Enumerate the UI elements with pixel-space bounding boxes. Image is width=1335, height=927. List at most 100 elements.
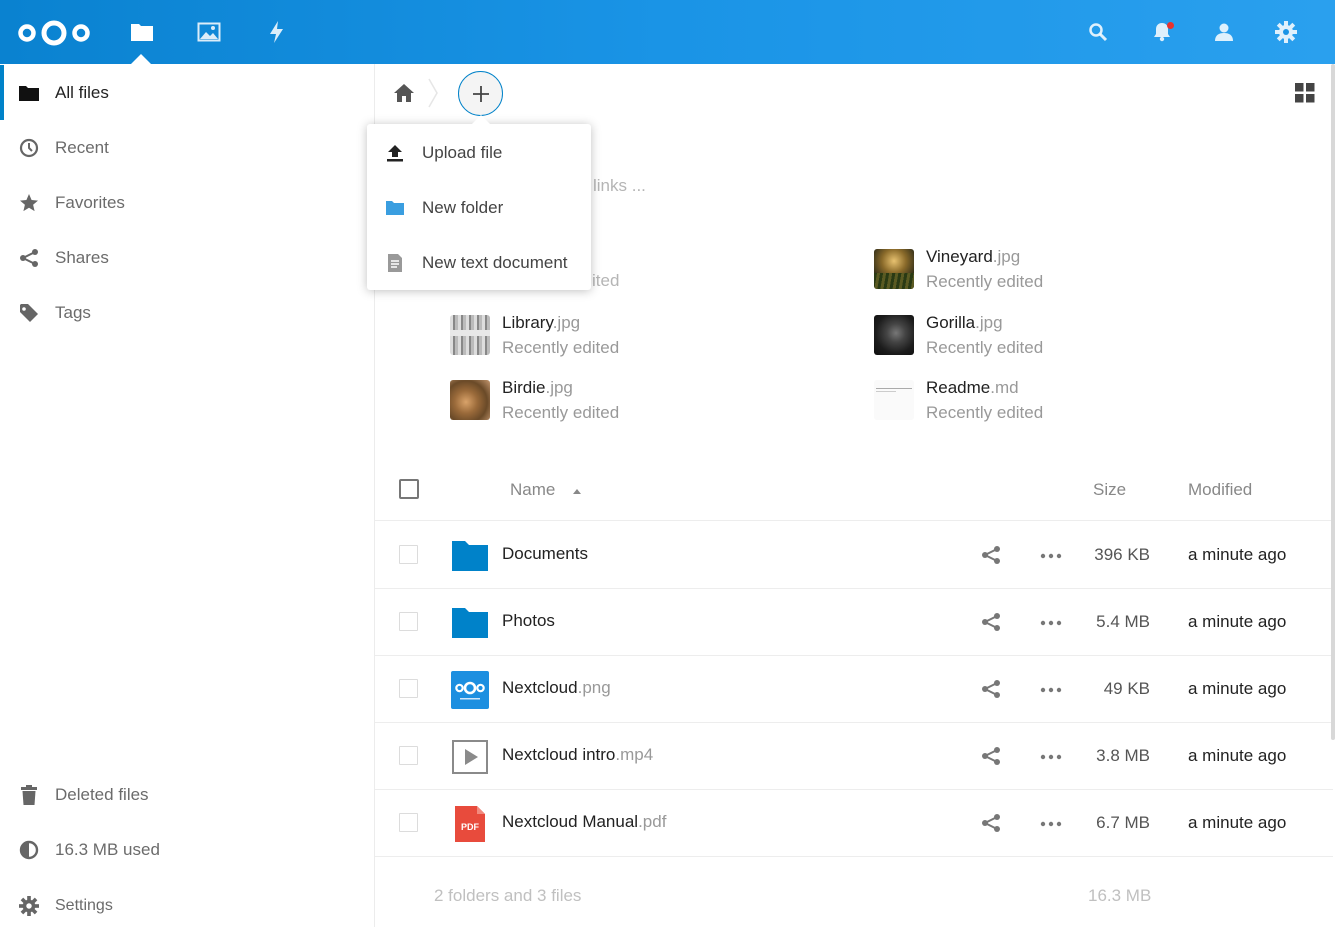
column-modified-header[interactable]: Modified [1188, 480, 1252, 500]
more-options-icon[interactable] [1040, 754, 1062, 760]
sidebar-item-label: Shares [55, 247, 109, 267]
search-button[interactable] [1086, 20, 1110, 44]
file-name: Library [502, 313, 553, 332]
sidebar-item-label: Deleted files [55, 784, 149, 804]
menu-item-label: Upload file [422, 142, 503, 162]
file-name: Vineyard [926, 247, 993, 266]
column-name-header[interactable]: Name [510, 480, 582, 500]
recent-item-gorilla[interactable]: Gorilla.jpg Recently edited [874, 310, 1043, 360]
menu-caret [471, 115, 491, 125]
file-ext: .jpg [975, 313, 1003, 332]
file-name: Photos [502, 611, 555, 630]
contacts-icon [1215, 23, 1233, 41]
menu-item-upload-file[interactable]: Upload file [367, 125, 591, 180]
select-all-checkbox[interactable] [399, 479, 419, 499]
thumbnail [874, 249, 914, 289]
row-checkbox[interactable] [399, 612, 418, 631]
sort-ascending-icon [573, 488, 582, 494]
folder-icon [452, 541, 488, 571]
hidden-links-text: links ... [593, 176, 646, 195]
menu-item-new-folder[interactable]: New folder [367, 180, 591, 235]
app-files[interactable] [128, 18, 156, 46]
lightning-icon [270, 21, 283, 43]
table-row[interactable]: Photos 5.4 MB a minute ago [375, 589, 1333, 656]
sidebar: All files Recent Favorites Shares Tags D… [0, 64, 375, 927]
notifications-button[interactable] [1150, 20, 1174, 44]
total-size: 16.3 MB [1088, 886, 1152, 905]
recent-item-birdie[interactable]: Birdie.jpg Recently edited [450, 375, 619, 425]
file-size: 3.8 MB [1096, 746, 1150, 765]
row-checkbox[interactable] [399, 545, 418, 564]
plus-icon [472, 85, 489, 102]
sidebar-item-all-files[interactable]: All files [0, 65, 374, 120]
share-icon [18, 247, 40, 269]
sidebar-item-label: All files [55, 82, 109, 102]
file-name: Gorilla [926, 313, 976, 332]
file-name: Nextcloud [502, 678, 578, 697]
more-options-icon[interactable] [1040, 821, 1062, 827]
contacts-button[interactable] [1212, 20, 1236, 44]
row-checkbox[interactable] [399, 813, 418, 832]
sidebar-item-shares[interactable]: Shares [0, 230, 374, 285]
sidebar-item-label: Settings [55, 896, 113, 914]
upload-icon [385, 143, 405, 163]
sidebar-item-recent[interactable]: Recent [0, 120, 374, 175]
recent-status: Recently edited [502, 403, 620, 422]
file-ext: .jpg [992, 247, 1021, 266]
grid-view-toggle-icon[interactable] [1295, 83, 1315, 103]
file-size: 6.7 MB [1096, 813, 1150, 832]
nextcloud-logo[interactable] [14, 18, 94, 48]
nextcloud-image-thumbnail [451, 671, 489, 709]
sidebar-item-tags[interactable]: Tags [0, 285, 374, 340]
table-row[interactable]: Nextcloud intro.mp4 3.8 MB a minute ago [375, 723, 1333, 790]
thumbnail [874, 380, 914, 420]
app-gallery[interactable] [195, 18, 223, 46]
file-ext: .pdf [638, 812, 667, 831]
column-size-header[interactable]: Size [1093, 480, 1126, 500]
share-icon[interactable] [981, 813, 1001, 833]
recent-item-vineyard[interactable]: Vineyard.jpg Recently edited [874, 244, 1043, 294]
notification-dot [1167, 22, 1174, 29]
share-icon[interactable] [981, 679, 1001, 699]
file-summary: 2 folders and 3 files [434, 886, 582, 905]
recent-status: Recently edited [926, 338, 1044, 357]
share-icon[interactable] [981, 612, 1001, 632]
home-icon[interactable] [393, 82, 415, 104]
clock-icon [18, 137, 40, 159]
table-row[interactable]: Documents 396 KB a minute ago [375, 522, 1333, 589]
star-icon [18, 192, 40, 214]
scrollbar[interactable] [1331, 64, 1335, 740]
share-icon[interactable] [981, 746, 1001, 766]
top-header [0, 0, 1335, 64]
hidden-edited-text: ited [592, 271, 620, 290]
breadcrumb-separator [428, 78, 438, 108]
settings-menu-button[interactable] [1274, 20, 1298, 44]
recent-item-readme[interactable]: Readme.md Recently edited [874, 375, 1043, 425]
gear-icon [18, 895, 40, 917]
recent-item-library[interactable]: Library.jpg Recently edited [450, 310, 619, 360]
file-name: Nextcloud intro [502, 745, 616, 764]
file-table-header: Name Size Modified [375, 460, 1333, 521]
new-file-button[interactable] [458, 71, 503, 116]
file-modified: a minute ago [1188, 545, 1287, 564]
sidebar-item-settings[interactable]: Settings [0, 878, 374, 927]
image-icon [197, 22, 221, 42]
more-options-icon[interactable] [1040, 687, 1062, 693]
sidebar-item-deleted-files[interactable]: Deleted files [0, 767, 374, 822]
file-modified: a minute ago [1188, 746, 1287, 765]
quota-indicator[interactable]: 16.3 MB used [0, 822, 374, 877]
app-activity[interactable] [263, 18, 291, 46]
more-options-icon[interactable] [1040, 620, 1062, 626]
file-modified: a minute ago [1188, 612, 1287, 631]
table-row[interactable]: Nextcloud.png 49 KB a minute ago [375, 656, 1333, 723]
pdf-label: PDF [461, 822, 480, 832]
row-checkbox[interactable] [399, 679, 418, 698]
more-options-icon[interactable] [1040, 553, 1062, 559]
menu-item-new-text-document[interactable]: New text document [367, 235, 591, 290]
sidebar-item-favorites[interactable]: Favorites [0, 175, 374, 230]
row-checkbox[interactable] [399, 746, 418, 765]
share-icon[interactable] [981, 545, 1001, 565]
table-row[interactable]: PDF Nextcloud Manual.pdf 6.7 MB a minute… [375, 790, 1333, 857]
file-size: 49 KB [1103, 679, 1150, 698]
file-name: Nextcloud Manual [502, 812, 639, 831]
